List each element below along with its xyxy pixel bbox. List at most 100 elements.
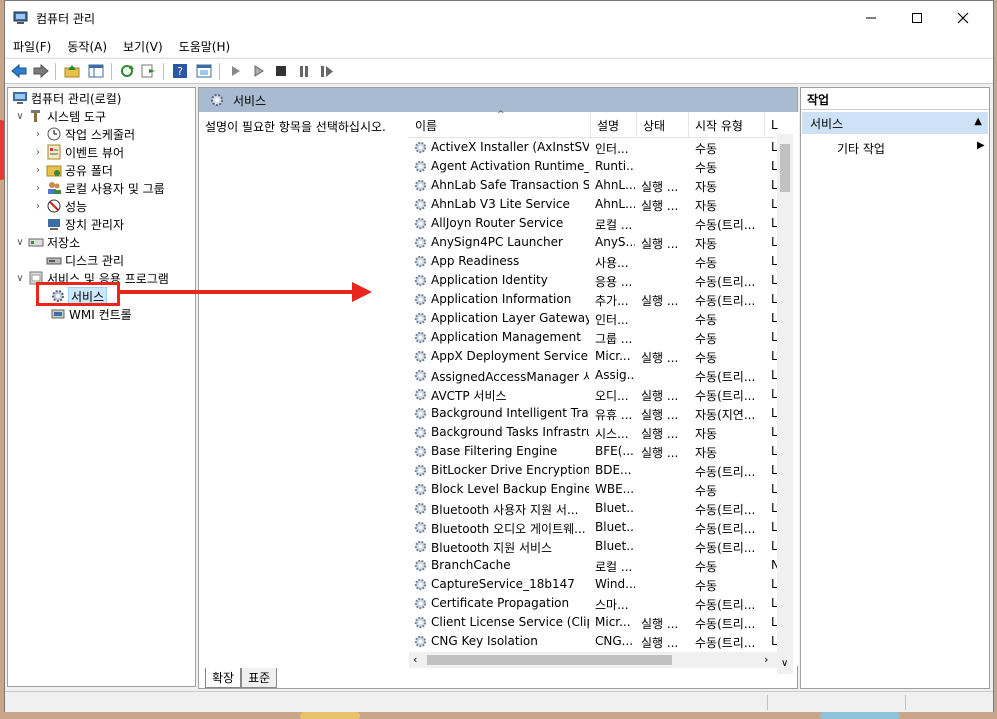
services-list: 이름 ^ 설명 상태 시작 유형 L ActiveX Installer (Ax…	[409, 110, 799, 674]
chevron-right-icon[interactable]: ›	[764, 653, 768, 666]
column-status[interactable]: 상태	[637, 112, 689, 138]
scroll-thumb[interactable]	[427, 655, 672, 665]
tree-item-event-viewer[interactable]: › 이벤트 뷰어	[32, 143, 124, 161]
close-button[interactable]	[940, 1, 986, 35]
horizontal-scrollbar[interactable]: ‹ ›	[409, 652, 777, 668]
tree-item-computer-management[interactable]: 컴퓨터 관리(로컬)	[10, 89, 121, 107]
service-description-cell: BDE...	[595, 463, 632, 477]
pause-service-button[interactable]	[295, 62, 313, 80]
table-row[interactable]: AhnLab Safe Transaction S... AhnL... 실행 ..…	[409, 176, 778, 195]
back-button[interactable]	[10, 62, 28, 80]
service-name: Application Identity	[431, 273, 548, 287]
column-startup-type[interactable]: 시작 유형	[689, 112, 765, 138]
table-row[interactable]: Application Layer Gateway ...인터...수동L	[409, 309, 778, 328]
table-row[interactable]: Client License Service (Clip... Micr... 실행…	[409, 613, 778, 632]
table-row[interactable]: Agent Activation Runtime_... Runti... 수동 L	[409, 157, 778, 176]
table-row[interactable]: Block Level Backup Engine ...WBE...수동L	[409, 480, 778, 499]
menu-view[interactable]: 보기(V)	[115, 35, 171, 57]
chevron-right-icon[interactable]: ›	[32, 183, 44, 194]
tab-extended[interactable]: 확장	[205, 668, 242, 688]
tree-item-system-tools[interactable]: ∨ 시스템 도구	[14, 107, 106, 125]
gear-icon	[414, 179, 427, 192]
tree-item-local-users-groups[interactable]: › 로컬 사용자 및 그룹	[32, 179, 165, 197]
collapse-up-icon[interactable]: ▲	[974, 116, 982, 127]
table-row[interactable]: CaptureService_18b147 Wind... 수동 L	[409, 575, 778, 594]
help-button[interactable]: ?	[171, 62, 189, 80]
chevron-right-icon[interactable]: ›	[32, 201, 44, 212]
back-arrow-icon	[11, 64, 27, 78]
service-name: AhnLab V3 Lite Service	[431, 197, 570, 211]
table-row[interactable]: Base Filtering Engine BFE(... 실행 ... 자동 L	[409, 442, 778, 461]
service-name: Certificate Propagation	[431, 596, 570, 610]
table-row[interactable]: Application Identity 응용 ... 수동(트리... L	[409, 271, 778, 290]
tree-item-task-scheduler[interactable]: › 작업 스케줄러	[32, 125, 135, 143]
service-startup-type: 수동	[695, 332, 718, 346]
chevron-left-icon[interactable]: ‹	[413, 653, 417, 666]
service-description-cell: 로컬 ...	[595, 560, 633, 574]
start-service-button[interactable]	[227, 62, 245, 80]
table-row[interactable]: Bluetooth 오디오 게이트웨... Bluet... 수동(트리... L	[409, 518, 778, 537]
table-row[interactable]: Certificate Propagation 스마... 수동(트리... L	[409, 594, 778, 613]
table-row[interactable]: BranchCache 로컬 ... 수동 N	[409, 556, 779, 575]
chevron-down-icon[interactable]: ∨	[14, 273, 26, 284]
table-row[interactable]: AppX Deployment Service ... Micr... 실행 ...…	[409, 347, 778, 366]
table-row[interactable]: AnySign4PC Launcher AnyS... 실행 ... 자동 L	[409, 233, 778, 252]
disk-icon	[46, 257, 62, 265]
actions-section-services[interactable]: 서비스 ▲	[802, 112, 988, 134]
menu-help[interactable]: 도움말(H)	[171, 35, 239, 57]
maximize-button[interactable]	[894, 1, 940, 35]
table-row[interactable]: Application Management 그룹 ... 수동 L	[409, 328, 778, 347]
column-name[interactable]: 이름 ^	[409, 110, 591, 138]
show-hide-console-tree-button[interactable]	[87, 62, 105, 80]
table-row[interactable]: CNG Key Isolation CNG... 실행 ... 수동(트리... L	[409, 632, 778, 651]
menu-action[interactable]: 동작(A)	[59, 35, 115, 57]
more-actions-item[interactable]: 기타 작업 ▶	[837, 140, 985, 157]
tree-item-disk-management[interactable]: 디스크 관리	[44, 251, 124, 269]
chevron-right-icon[interactable]: ›	[32, 147, 44, 158]
table-row[interactable]: Bluetooth 지원 서비스 Bluet... 수동(트리... L	[409, 537, 778, 556]
minimize-button[interactable]	[848, 1, 894, 35]
table-row[interactable]: BitLocker Drive Encryption ... BDE... 수동(트…	[409, 461, 778, 480]
table-row[interactable]: AVCTP 서비스 오디... 실행 ... 수동(트리... L	[409, 385, 778, 404]
vertical-scrollbar[interactable]: ∨	[777, 134, 793, 674]
column-description[interactable]: 설명	[591, 112, 637, 138]
tab-standard[interactable]: 표준	[241, 668, 278, 688]
chevron-right-icon[interactable]: ›	[32, 165, 44, 176]
scroll-thumb[interactable]	[780, 144, 790, 192]
table-row[interactable]: AssignedAccessManager 서... Assig... 수동(트리.…	[409, 366, 778, 385]
properties-view-button[interactable]	[195, 62, 213, 80]
tree-item-wmi-control[interactable]: WMI 컨트롤	[48, 305, 132, 323]
menu-file[interactable]: 파일(F)	[5, 35, 59, 57]
tree-item-storage[interactable]: ∨ 저장소	[14, 233, 80, 251]
shared-folder-icon	[46, 165, 62, 177]
table-row[interactable]: App Readiness 사용... 수동 L	[409, 252, 778, 271]
tree-item-performance[interactable]: › 성능	[32, 197, 87, 215]
table-row[interactable]: AllJoyn Router Service 로컬 ... 수동(트리... L	[409, 214, 778, 233]
service-name: Agent Activation Runtime_...	[431, 159, 589, 173]
stop-service-button[interactable]	[272, 62, 290, 80]
tree-item-shared-folders[interactable]: › 공유 폴더	[32, 161, 113, 179]
service-name: Bluetooth 사용자 지원 서...	[431, 503, 579, 517]
start-service-alt-button[interactable]	[250, 62, 268, 80]
services-pane: 서비스 설명이 필요한 항목을 선택하십시오. 이름 ^ 설명 상태 시작 유형…	[198, 87, 799, 689]
restart-service-button[interactable]	[318, 62, 336, 80]
table-row[interactable]: AhnLab V3 Lite Service AhnL... 실행 ... 자동 L	[409, 195, 778, 214]
forward-button[interactable]	[32, 62, 50, 80]
gear-icon	[414, 217, 427, 230]
up-folder-button[interactable]	[63, 62, 81, 80]
table-row[interactable]: Background Tasks Infrastru... 시스... 실행 ...…	[409, 423, 778, 442]
table-row[interactable]: Background Intelligent Tra... 유휴 ... 실행 ..…	[409, 404, 778, 423]
table-row[interactable]: ActiveX Installer (AxInstSV) 인터... 수동 L	[409, 138, 778, 157]
chevron-down-icon[interactable]: ∨	[14, 111, 26, 122]
chevron-down-icon[interactable]: ∨	[781, 658, 788, 669]
chevron-down-icon[interactable]: ∨	[14, 237, 26, 248]
refresh-button[interactable]	[118, 62, 136, 80]
export-list-button[interactable]	[140, 62, 158, 80]
table-row[interactable]: Application Information 추가... 실행 ... 수동(트리.…	[409, 290, 778, 309]
chevron-right-icon[interactable]: ›	[32, 129, 44, 140]
tree-item-device-manager[interactable]: 장치 관리자	[44, 215, 124, 233]
gear-icon	[414, 312, 427, 325]
table-row[interactable]: Bluetooth 사용자 지원 서... Bluet... 수동(트리... L	[409, 499, 778, 518]
service-description-cell: 응용 ...	[595, 275, 633, 289]
service-name: Block Level Backup Engine ...	[431, 482, 589, 496]
